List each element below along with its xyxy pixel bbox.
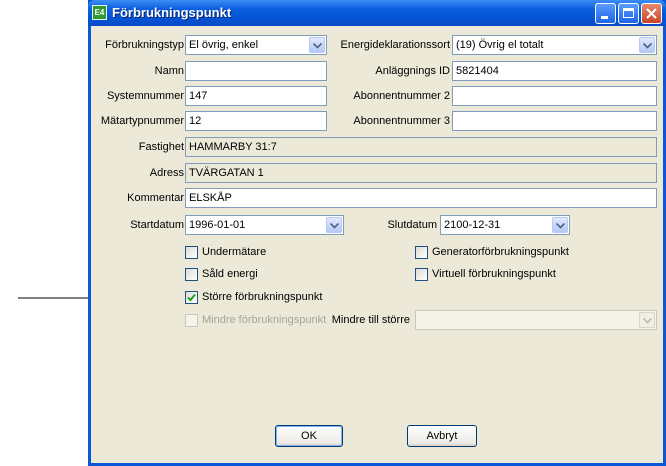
chevron-down-icon[interactable] <box>326 217 342 233</box>
generatorforbrukningspunkt-checkbox[interactable] <box>415 246 428 259</box>
mindre-forbrukningspunkt-checkbox <box>185 314 198 327</box>
storre-forbrukningspunkt-label[interactable]: Större förbrukningspunkt <box>202 290 322 304</box>
virtuell-forbrukningspunkt-checkbox[interactable] <box>415 268 428 281</box>
forbrukningstyp-select[interactable]: El övrig, enkel <box>185 35 327 55</box>
generatorforbrukningspunkt-label[interactable]: Generatorförbrukningspunkt <box>432 245 569 259</box>
anlaggnings-id-field[interactable]: 5821404 <box>452 61 657 81</box>
dialog-window: E4 Förbrukningspunkt Förbrukningstyp El … <box>88 0 666 466</box>
chevron-down-icon[interactable] <box>552 217 568 233</box>
app-icon: E4 <box>92 5 107 20</box>
startdatum-value: 1996-01-01 <box>189 219 246 231</box>
systemnummer-label: Systemnummer <box>106 90 184 102</box>
ok-button[interactable]: OK <box>275 425 343 447</box>
energideklarationssort-select[interactable]: (19) Övrig el totalt <box>452 35 657 55</box>
maximize-button[interactable] <box>618 3 639 24</box>
sald-energi-checkbox[interactable] <box>185 268 198 281</box>
fastighet-field: HAMMARBY 31:7 <box>185 137 657 157</box>
dialog-client-area: Förbrukningstyp El övrig, enkel Energide… <box>91 26 663 463</box>
title-bar[interactable]: E4 Förbrukningspunkt <box>88 0 666 26</box>
energideklarationssort-value: (19) Övrig el totalt <box>456 39 544 51</box>
adress-field: TVÄRGATAN 1 <box>185 163 657 183</box>
forbrukningstyp-value: El övrig, enkel <box>189 39 259 51</box>
minimize-button[interactable] <box>595 3 616 24</box>
slutdatum-value: 2100-12-31 <box>444 219 501 231</box>
close-button[interactable] <box>641 3 662 24</box>
abonnentnummer2-field[interactable] <box>452 86 657 106</box>
checkmark-icon <box>187 293 196 302</box>
chevron-down-icon[interactable] <box>309 37 325 53</box>
cancel-button[interactable]: Avbryt <box>407 425 477 447</box>
slutdatum-label: Slutdatum <box>387 219 437 231</box>
startdatum-picker[interactable]: 1996-01-01 <box>185 215 344 235</box>
virtuell-forbrukningspunkt-label[interactable]: Virtuell förbrukningspunkt <box>432 267 556 281</box>
mindre-forbrukningspunkt-label: Mindre förbrukningspunkt <box>202 314 327 326</box>
undermatare-checkbox[interactable] <box>185 246 198 259</box>
matartypnummer-label: Mätartypnummer <box>100 115 184 127</box>
chevron-down-icon[interactable] <box>639 37 655 53</box>
anlaggnings-id-label: Anläggnings ID <box>375 65 450 77</box>
minimize-icon <box>601 16 608 19</box>
close-icon <box>646 8 657 19</box>
chevron-down-icon <box>639 312 655 328</box>
undermatare-label[interactable]: Undermätare <box>202 245 266 259</box>
startdatum-label: Startdatum <box>130 219 184 231</box>
matartypnummer-field[interactable]: 12 <box>185 111 327 131</box>
energideklarationssort-label: Energideklarationssort <box>340 39 450 51</box>
fastighet-label: Fastighet <box>138 141 184 153</box>
systemnummer-field[interactable]: 147 <box>185 86 327 106</box>
window-title: Förbrukningspunkt <box>112 5 232 20</box>
kommentar-field[interactable]: ELSKÅP <box>185 188 657 208</box>
abonnentnummer2-label: Abonnentnummer 2 <box>353 90 450 102</box>
adress-label: Adress <box>149 167 184 179</box>
abonnentnummer3-label: Abonnentnummer 3 <box>353 115 450 127</box>
namn-label: Namn <box>154 65 184 77</box>
storre-forbrukningspunkt-checkbox[interactable] <box>185 291 198 304</box>
namn-field[interactable] <box>185 61 327 81</box>
slutdatum-picker[interactable]: 2100-12-31 <box>440 215 570 235</box>
mindre-till-storre-select <box>415 310 657 330</box>
sald-energi-label[interactable]: Såld energi <box>202 267 258 281</box>
maximize-icon <box>623 8 634 18</box>
kommentar-label: Kommentar <box>127 192 184 204</box>
mindre-till-storre-label: Mindre till större <box>331 314 410 326</box>
forbrukningstyp-label: Förbrukningstyp <box>105 39 184 51</box>
abonnentnummer3-field[interactable] <box>452 111 657 131</box>
